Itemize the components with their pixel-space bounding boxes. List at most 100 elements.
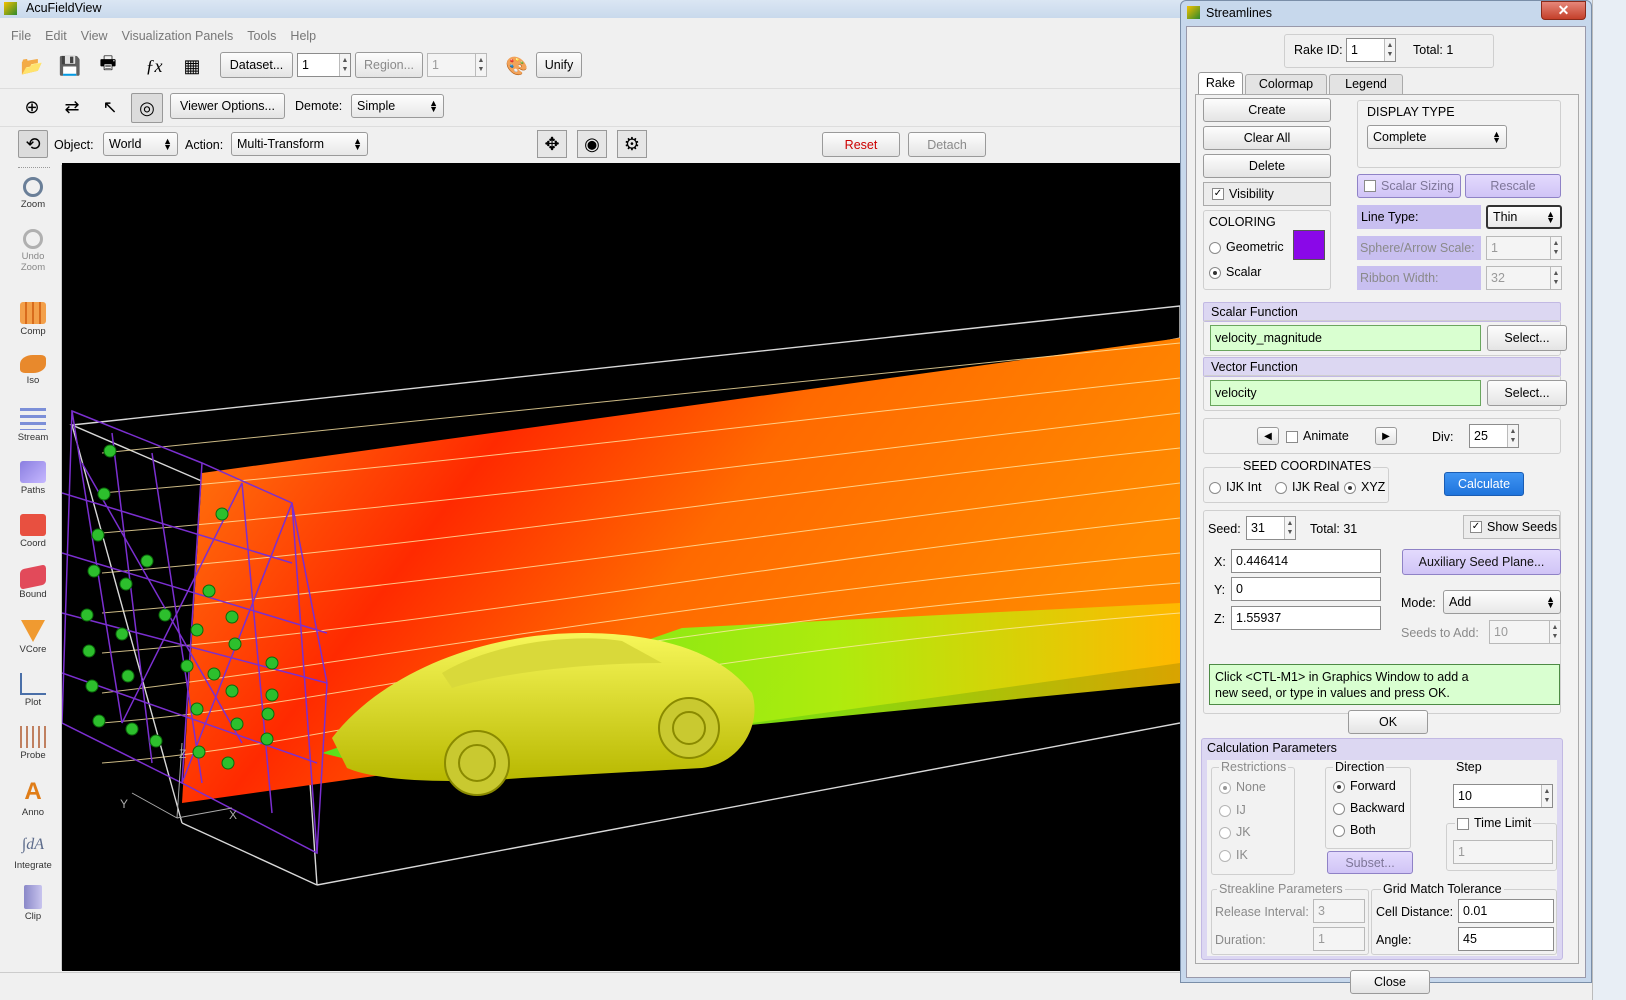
ok-button[interactable]: OK bbox=[1348, 710, 1428, 734]
detach-button[interactable]: Detach bbox=[908, 132, 986, 157]
region-spinner[interactable]: 1 ▲ ▼ bbox=[427, 53, 487, 77]
ijk-int-radio[interactable]: IJK Int bbox=[1209, 480, 1261, 494]
step-spin-arrows[interactable]: ▲ ▼ bbox=[1541, 785, 1552, 807]
tool-stream[interactable]: Stream bbox=[13, 408, 53, 443]
angle-field[interactable]: 45 bbox=[1458, 927, 1554, 951]
save-icon[interactable]: 💾 bbox=[56, 52, 84, 80]
reset-button[interactable]: Reset bbox=[822, 132, 900, 157]
scalar-sizing-toggle[interactable]: Scalar Sizing bbox=[1357, 174, 1461, 198]
xyz-radio[interactable]: XYZ bbox=[1344, 480, 1385, 494]
restriction-ij-radio[interactable]: IJ bbox=[1219, 803, 1246, 817]
vector-select-button[interactable]: Select... bbox=[1487, 380, 1567, 406]
restriction-jk-radio[interactable]: JK bbox=[1219, 825, 1251, 839]
tool-vcore[interactable]: VCore bbox=[13, 620, 53, 655]
scalar-select-button[interactable]: Select... bbox=[1487, 325, 1567, 351]
tool-integrate[interactable]: ∫dA Integrate bbox=[13, 832, 53, 871]
mode-select[interactable]: Add ▲ ▼ bbox=[1443, 590, 1561, 614]
menu-file[interactable]: File bbox=[11, 29, 31, 43]
seeds-to-add-spin-arrows[interactable]: ▲ ▼ bbox=[1549, 621, 1560, 643]
dataset-spinner[interactable]: 1 ▲ ▼ bbox=[297, 53, 351, 77]
z-field[interactable]: 1.55937 bbox=[1231, 606, 1381, 630]
y-field[interactable]: 0 bbox=[1231, 577, 1381, 601]
fit-view-icon[interactable]: ⊕ bbox=[18, 93, 46, 121]
sphere-scale-spin-arrows[interactable]: ▲ ▼ bbox=[1550, 237, 1561, 259]
div-spin-arrows[interactable]: ▲ ▼ bbox=[1507, 425, 1518, 447]
dataset-button[interactable]: Dataset... bbox=[220, 52, 293, 78]
color-swatch[interactable] bbox=[1293, 230, 1325, 260]
color-grid-icon[interactable]: ▦ bbox=[178, 52, 206, 80]
cell-distance-field[interactable]: 0.01 bbox=[1458, 899, 1554, 923]
transform-mode-icon[interactable]: ⟲ bbox=[18, 130, 48, 158]
rake-id-spinner[interactable]: 1 ▲ ▼ bbox=[1346, 38, 1396, 62]
seed-spin-arrows[interactable]: ▲ ▼ bbox=[1284, 517, 1295, 539]
restriction-none-radio[interactable]: None bbox=[1219, 780, 1266, 794]
vector-function-field[interactable]: velocity bbox=[1210, 380, 1481, 406]
tool-clip[interactable]: Clip bbox=[13, 885, 53, 922]
direction-backward-radio[interactable]: Backward bbox=[1333, 801, 1405, 815]
print-icon[interactable]: 🖶 bbox=[94, 52, 122, 80]
tab-colormap[interactable]: Colormap bbox=[1245, 74, 1327, 94]
open-file-icon[interactable]: 📂 bbox=[18, 52, 46, 80]
palette-icon[interactable]: 🎨 bbox=[503, 52, 531, 80]
camera-icon[interactable]: ◎ bbox=[131, 93, 163, 123]
visibility-checkbox[interactable]: ✓ Visibility bbox=[1203, 182, 1331, 206]
dialog-close-icon[interactable]: ✕ bbox=[1541, 1, 1586, 20]
ijk-real-radio[interactable]: IJK Real bbox=[1275, 480, 1339, 494]
region-button[interactable]: Region... bbox=[355, 52, 423, 78]
orbit-icon[interactable]: ◉ bbox=[577, 130, 607, 158]
seed-spinner[interactable]: 31 ▲ ▼ bbox=[1246, 516, 1296, 540]
scalar-radio[interactable]: Scalar bbox=[1209, 265, 1261, 279]
restriction-ik-radio[interactable]: IK bbox=[1219, 848, 1248, 862]
tool-comp[interactable]: Comp bbox=[13, 302, 53, 337]
tool-undo-zoom[interactable]: Undo Zoom bbox=[13, 229, 53, 273]
tab-rake[interactable]: Rake bbox=[1198, 72, 1243, 94]
tool-bound[interactable]: Bound bbox=[13, 564, 53, 600]
show-seeds-checkbox[interactable]: ✓ Show Seeds bbox=[1463, 515, 1560, 539]
time-limit-field[interactable]: 1 bbox=[1453, 840, 1553, 864]
animate-checkbox[interactable]: Animate bbox=[1286, 429, 1349, 443]
duration-field[interactable]: 1 bbox=[1313, 927, 1365, 951]
tool-anno[interactable]: A Anno bbox=[13, 779, 53, 819]
gear-target-icon[interactable]: ⚙ bbox=[617, 130, 647, 158]
clear-all-button[interactable]: Clear All bbox=[1203, 126, 1331, 150]
rescale-button[interactable]: Rescale bbox=[1465, 174, 1561, 198]
menu-edit[interactable]: Edit bbox=[45, 29, 67, 43]
pick-icon[interactable]: ↖ bbox=[96, 93, 124, 121]
scalar-function-field[interactable]: velocity_magnitude bbox=[1210, 325, 1481, 351]
tool-probe[interactable]: Probe bbox=[13, 726, 53, 761]
geometric-radio[interactable]: Geometric bbox=[1209, 240, 1284, 254]
tool-iso[interactable]: Iso bbox=[13, 355, 53, 386]
direction-both-radio[interactable]: Both bbox=[1333, 823, 1376, 837]
auxiliary-seed-plane-button[interactable]: Auxiliary Seed Plane... bbox=[1402, 549, 1561, 575]
close-button[interactable]: Close bbox=[1350, 970, 1430, 994]
calculate-button[interactable]: Calculate bbox=[1444, 472, 1524, 496]
time-limit-checkbox[interactable]: Time Limit bbox=[1455, 816, 1534, 830]
div-spinner[interactable]: 25 ▲ ▼ bbox=[1469, 424, 1519, 448]
subset-button[interactable]: Subset... bbox=[1327, 851, 1413, 874]
sphere-scale-spinner[interactable]: 1 ▲ ▼ bbox=[1486, 236, 1562, 260]
object-select[interactable]: World ▲ ▼ bbox=[103, 132, 178, 156]
seeds-to-add-spinner[interactable]: 10 ▲ ▼ bbox=[1489, 620, 1561, 644]
dataset-spin-arrows[interactable]: ▲ ▼ bbox=[339, 54, 350, 76]
display-type-select[interactable]: Complete ▲ ▼ bbox=[1367, 125, 1507, 149]
step-back-button[interactable]: ◀ bbox=[1257, 427, 1279, 445]
tool-zoom[interactable]: Zoom bbox=[13, 177, 53, 210]
unify-button[interactable]: Unify bbox=[536, 52, 582, 78]
translate-icon[interactable]: ✥ bbox=[537, 130, 567, 158]
ribbon-width-spinner[interactable]: 32 ▲ ▼ bbox=[1486, 266, 1562, 290]
rake-id-spin-arrows[interactable]: ▲ ▼ bbox=[1384, 39, 1395, 61]
delete-button[interactable]: Delete bbox=[1203, 154, 1331, 178]
tab-legend[interactable]: Legend bbox=[1329, 74, 1403, 94]
tool-paths[interactable]: Paths bbox=[13, 461, 53, 496]
demote-select[interactable]: Simple ▲ ▼ bbox=[351, 94, 444, 118]
graphics-viewport[interactable]: Y Z X bbox=[62, 163, 1180, 971]
region-spin-arrows[interactable]: ▲ ▼ bbox=[475, 54, 486, 76]
menu-help[interactable]: Help bbox=[290, 29, 316, 43]
function-icon[interactable]: ƒx bbox=[140, 52, 168, 80]
ribbon-width-spin-arrows[interactable]: ▲ ▼ bbox=[1550, 267, 1561, 289]
release-interval-field[interactable]: 3 bbox=[1313, 899, 1365, 923]
tool-plot[interactable]: Plot bbox=[13, 673, 53, 708]
step-spinner[interactable]: 10 ▲ ▼ bbox=[1453, 784, 1553, 808]
tool-coord[interactable]: Coord bbox=[13, 514, 53, 549]
direction-forward-radio[interactable]: Forward bbox=[1333, 779, 1396, 793]
